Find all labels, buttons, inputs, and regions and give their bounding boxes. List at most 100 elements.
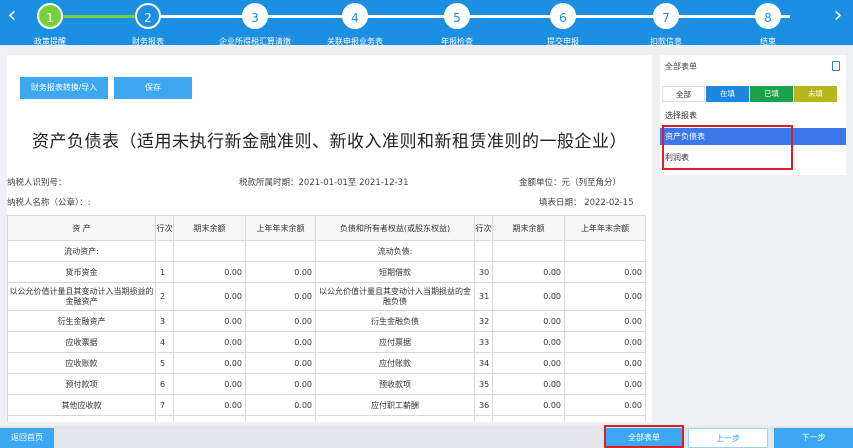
prev-balance-cell[interactable]: 0.00	[245, 310, 316, 332]
chevron-right-icon[interactable]: ›	[828, 5, 848, 27]
asset-name-cell: 货币资金	[7, 261, 156, 283]
amount-unit: 金额单位：元（列至角分）	[519, 178, 622, 188]
prev-balance-cell[interactable]: 0.00	[564, 310, 646, 332]
end-balance-cell[interactable]: 0.00	[492, 415, 565, 422]
end-balance-cell[interactable]: 0.00	[492, 310, 565, 332]
table-header-row: 资 产 行次 期末余额 上年年末余额 负债和所有者权益(或股东权益) 行次 期末…	[7, 215, 646, 241]
prev-balance-cell[interactable]: 0.00	[564, 282, 646, 311]
prev-balance-cell[interactable]: 0.00	[564, 352, 646, 374]
liability-name-cell: 应付账款	[315, 352, 475, 374]
line-number-cell: 2	[155, 282, 174, 311]
step-label: 结束	[760, 37, 776, 46]
convert-import-button[interactable]: 财务报表转换/导入	[20, 77, 108, 99]
prev-balance-cell[interactable]: 0.00	[564, 394, 646, 416]
line-number-cell: 8	[155, 415, 174, 422]
end-balance-cell[interactable]: 0.00	[173, 282, 246, 311]
line-number-cell: 4	[155, 331, 174, 353]
prev-balance-cell[interactable]: 0.00	[245, 373, 316, 395]
balance-sheet-table: 资 产 行次 期末余额 上年年末余额 负债和所有者权益(或股东权益) 行次 期末…	[7, 215, 646, 422]
prev-balance-cell[interactable]: 0.00	[245, 394, 316, 416]
header-end-balance: 期末余额	[492, 215, 565, 241]
prev-balance-cell[interactable]: 0.00	[564, 261, 646, 283]
step-7[interactable]: 7 扣款信息	[626, 3, 706, 47]
prev-balance-cell[interactable]: 0.00	[245, 352, 316, 374]
step-3[interactable]: 3 企业所得税汇算清缴	[215, 3, 295, 47]
end-balance-cell[interactable]: 0.00	[492, 394, 565, 416]
prev-step-button[interactable]: 上一步	[688, 428, 768, 448]
prev-balance-cell	[245, 240, 316, 262]
line-number-cell: 36	[474, 394, 493, 416]
taxpayer-name-label: 纳税人名称（公章）：:	[7, 198, 91, 208]
step-label: 财务报表	[132, 37, 164, 46]
prev-balance-cell	[564, 240, 646, 262]
line-number-cell: 33	[474, 331, 493, 353]
line-number-cell: 5	[155, 352, 174, 374]
liability-name-cell: 应付职工薪酬	[315, 394, 475, 416]
step-2[interactable]: 2 财务报表	[108, 3, 188, 47]
asset-name-cell: 应收票据	[7, 331, 156, 353]
step-1[interactable]: 1 政策提醒	[10, 3, 90, 47]
end-balance-cell[interactable]: 0.00	[173, 415, 246, 422]
step-label: 扣款信息	[650, 37, 682, 46]
step-number: 3	[242, 3, 268, 29]
header-prev-balance: 上年年末余额	[564, 215, 646, 241]
tab-unfilled[interactable]: 未填	[794, 86, 837, 102]
return-home-button[interactable]: 返回首页	[0, 428, 54, 448]
line-number-cell: 6	[155, 373, 174, 395]
table-row: 预付款项 6 0.00 0.00 预收款项 35 0.00 0.00	[7, 373, 646, 395]
end-balance-cell[interactable]: 0.00	[173, 394, 246, 416]
step-number: 5	[444, 3, 470, 29]
taxpayer-id-label: 纳税人识别号：	[7, 178, 67, 188]
asset-name-cell: 应收账款	[7, 352, 156, 374]
end-balance-cell	[173, 240, 246, 262]
line-number-cell: 37	[474, 415, 493, 422]
end-balance-cell[interactable]: 0.00	[173, 331, 246, 353]
step-label: 企业所得税汇算清缴	[219, 37, 291, 46]
next-step-button[interactable]: 下一步	[774, 428, 853, 448]
end-balance-cell[interactable]: 0.00	[492, 352, 565, 374]
document-icon[interactable]	[832, 61, 840, 71]
liability-name-cell: 应交税费	[315, 415, 475, 422]
step-6[interactable]: 6 提交申报	[523, 3, 603, 47]
line-number-cell: 31	[474, 282, 493, 311]
save-button[interactable]: 保存	[114, 77, 192, 99]
tab-in-progress[interactable]: 在填	[706, 86, 749, 102]
step-label: 年报检查	[441, 37, 473, 46]
step-8[interactable]: 8 结束	[728, 3, 808, 47]
end-balance-cell[interactable]: 0.00	[492, 282, 565, 311]
line-number-cell	[474, 240, 493, 262]
prev-balance-cell[interactable]: 0.00	[245, 331, 316, 353]
prev-balance-cell[interactable]: 0.00	[245, 261, 316, 283]
prev-balance-cell[interactable]: 0.00	[245, 282, 316, 311]
end-balance-cell[interactable]: 0.00	[173, 352, 246, 374]
select-form-label: 选择报表	[665, 111, 697, 120]
step-number: 7	[653, 3, 679, 29]
prev-balance-cell[interactable]: 0.00	[564, 331, 646, 353]
liability-name-cell: 短期借款	[315, 261, 475, 283]
line-number-cell: 35	[474, 373, 493, 395]
end-balance-cell[interactable]: 0.00	[492, 373, 565, 395]
prev-balance-cell[interactable]: 0.00	[564, 415, 646, 422]
end-balance-cell	[492, 240, 565, 262]
end-balance-cell[interactable]: 0.00	[492, 261, 565, 283]
step-number: 2	[135, 3, 161, 29]
liability-name-cell: 预收款项	[315, 373, 475, 395]
end-balance-cell[interactable]: 0.00	[173, 373, 246, 395]
asset-name-cell: 预付款项	[7, 373, 156, 395]
line-number-cell: 7	[155, 394, 174, 416]
tab-filled[interactable]: 已填	[750, 86, 793, 102]
step-4[interactable]: 4 关联申报业务表	[315, 3, 395, 47]
prev-balance-cell[interactable]: 0.00	[245, 415, 316, 422]
prev-balance-cell[interactable]: 0.00	[564, 373, 646, 395]
end-balance-cell[interactable]: 0.00	[492, 331, 565, 353]
table-row: 衍生金融资产 3 0.00 0.00 衍生金融负债 32 0.00 0.00	[7, 310, 646, 332]
line-number-cell: 34	[474, 352, 493, 374]
line-number-cell	[155, 240, 174, 262]
end-balance-cell[interactable]: 0.00	[173, 310, 246, 332]
step-number: 4	[342, 3, 368, 29]
page-title: 资产负债表（适用未执行新金融准则、新收入准则和新租赁准则的一般企业）	[32, 132, 627, 152]
tab-all[interactable]: 全部	[662, 86, 705, 102]
step-5[interactable]: 5 年报检查	[417, 3, 497, 47]
header-end-balance: 期末余额	[173, 215, 246, 241]
end-balance-cell[interactable]: 0.00	[173, 261, 246, 283]
